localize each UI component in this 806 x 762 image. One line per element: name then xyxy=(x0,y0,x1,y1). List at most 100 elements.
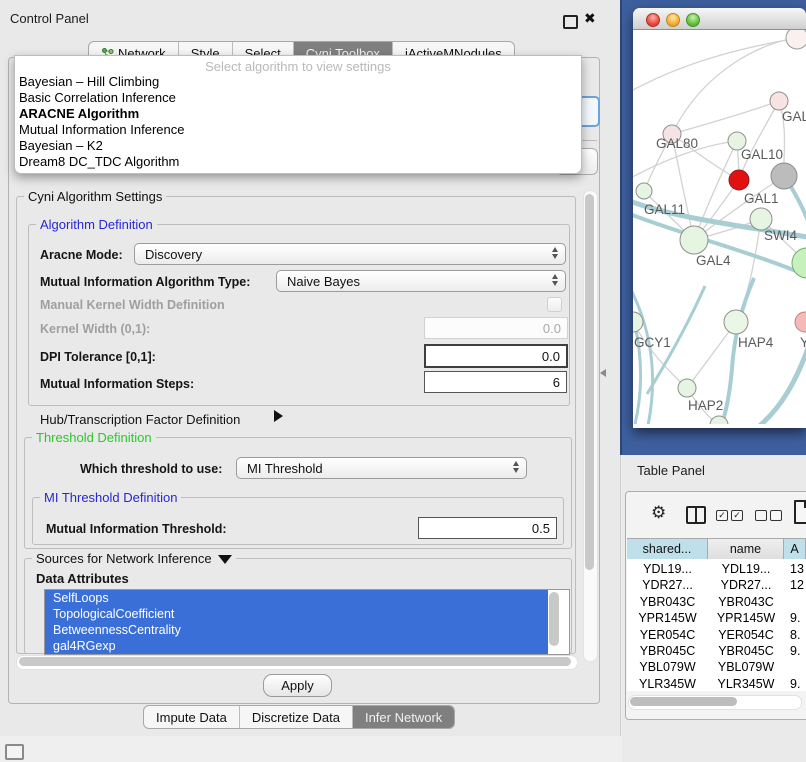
minimize-icon[interactable] xyxy=(666,13,680,27)
cyni-settings-title: Cyni Algorithm Settings xyxy=(24,189,166,204)
network-edge xyxy=(736,219,761,322)
sources-title: Sources for Network Inference xyxy=(32,551,236,566)
docked-panel-icon[interactable] xyxy=(5,744,24,760)
table-cell: YDR27... xyxy=(708,577,784,593)
split-pane-icon[interactable] xyxy=(686,506,706,524)
table-header-row: shared...nameA xyxy=(627,538,806,560)
settings-hscrollbar-thumb[interactable] xyxy=(19,657,571,666)
gal4-node[interactable] xyxy=(680,226,708,254)
apply-button[interactable]: Apply xyxy=(263,674,332,697)
swi4-node[interactable] xyxy=(792,248,806,278)
node-label-gcy1: GCY1 xyxy=(634,335,671,350)
algorithm-option-bayesian-hill-climbing[interactable]: Bayesian – Hill Climbing xyxy=(19,74,559,90)
gear-icon[interactable]: ⚙ xyxy=(651,503,666,523)
algorithm-option-mutual-information-inference[interactable]: Mutual Information Inference xyxy=(19,122,559,138)
gray-node[interactable] xyxy=(771,163,797,189)
close-icon[interactable] xyxy=(646,13,660,27)
tab-infer-network[interactable]: Infer Network xyxy=(352,706,454,728)
stepper-icon xyxy=(552,247,558,259)
mi-threshold-field[interactable]: 0.5 xyxy=(418,517,557,539)
mi-steps-field[interactable]: 6 xyxy=(424,371,567,393)
top-right-node[interactable] xyxy=(786,30,806,49)
threshold-definition-title: Threshold Definition xyxy=(32,430,156,445)
data-attributes-list[interactable]: SelfLoopsTopologicalCoefficientBetweenne… xyxy=(44,589,570,655)
attribute-item-topologicalcoefficient[interactable]: TopologicalCoefficient xyxy=(45,606,548,622)
which-threshold-select[interactable]: MI Threshold xyxy=(236,457,527,479)
table-cell: 12 xyxy=(790,577,806,593)
tab-discretize-data[interactable]: Discretize Data xyxy=(239,706,352,728)
aracne-mode-select[interactable]: Discovery xyxy=(134,243,566,265)
table-cell: YBR043C xyxy=(708,594,784,610)
network-window[interactable]: GALGAL80GAL10GAL1GAL11SWI4GAL4GCY1HAP4YH… xyxy=(633,8,806,428)
table-cell: YPR145W xyxy=(627,610,708,626)
settings-vscrollbar-thumb[interactable] xyxy=(585,194,594,570)
collapse-arrow-icon[interactable] xyxy=(218,555,232,564)
unchecked-columns-icon[interactable] xyxy=(755,510,782,521)
column-header-a[interactable]: A xyxy=(784,539,806,559)
algorithm-option-basic-correlation-inference[interactable]: Basic Correlation Inference xyxy=(19,90,559,106)
node-label-hap2: HAP2 xyxy=(688,398,723,413)
zoom-icon[interactable] xyxy=(686,13,700,27)
node-label-gal1: GAL1 xyxy=(744,191,779,206)
table-row[interactable]: YPR145WYPR145W9. xyxy=(627,610,806,626)
table-cell: 9. xyxy=(790,610,806,626)
hap4-node[interactable] xyxy=(724,310,748,334)
mi-threshold-group-title: MI Threshold Definition xyxy=(40,490,181,505)
red-node[interactable] xyxy=(729,170,749,190)
list-scrollbar-thumb[interactable] xyxy=(549,592,559,646)
table-cell: YBR045C xyxy=(627,643,708,659)
network-view[interactable]: GALGAL80GAL10GAL1GAL11SWI4GAL4GCY1HAP4YH… xyxy=(633,30,806,424)
tab-label: Impute Data xyxy=(156,710,227,725)
gal-pink-node[interactable] xyxy=(770,92,788,110)
dpi-tolerance-field[interactable]: 0.0 xyxy=(424,344,568,368)
table-cell: YDL19... xyxy=(708,561,784,577)
tab-impute-data[interactable]: Impute Data xyxy=(144,706,239,728)
table-cell: YER054C xyxy=(627,627,708,643)
table-row[interactable]: YER054CYER054C8. xyxy=(627,627,806,643)
unchecked-box-icon xyxy=(770,510,782,521)
attribute-item-selfloops[interactable]: SelfLoops xyxy=(45,590,548,606)
expand-arrow-icon[interactable] xyxy=(274,410,283,422)
table-row[interactable]: YDR27...YDR27...12 xyxy=(627,577,806,593)
table-hscrollbar-thumb[interactable] xyxy=(630,697,737,706)
algorithm-hint: Select algorithm to view settings xyxy=(15,59,581,74)
gal11-node[interactable] xyxy=(636,183,652,199)
algorithm-option-aracne-algorithm[interactable]: ARACNE Algorithm xyxy=(19,106,559,122)
splitter-handle[interactable] xyxy=(600,369,606,377)
table-cell: 13 xyxy=(790,561,806,577)
manual-kernel-label: Manual Kernel Width Definition xyxy=(40,298,225,312)
network-window-titlebar[interactable] xyxy=(633,8,806,30)
table-row[interactable]: YBR045CYBR045C9. xyxy=(627,643,806,659)
gal1-node[interactable] xyxy=(750,208,772,230)
manual-kernel-checkbox[interactable] xyxy=(547,297,562,312)
algorithm-option-bayesian-k2[interactable]: Bayesian – K2 xyxy=(19,138,559,154)
algorithm-option-dream8-dc-tdc-algorithm[interactable]: Dream8 DC_TDC Algorithm xyxy=(19,154,559,170)
node-label-gal: GAL xyxy=(782,109,806,124)
table-cell: YER054C xyxy=(708,627,784,643)
pink-right-node[interactable] xyxy=(795,312,806,332)
network-edge-highlighted xyxy=(633,282,653,424)
table-cell: YLR345W xyxy=(708,676,784,691)
mi-threshold-label: Mutual Information Threshold: xyxy=(46,522,227,536)
hub-definition-label[interactable]: Hub/Transcription Factor Definition xyxy=(40,412,240,427)
kernel-width-field[interactable]: 0.0 xyxy=(424,317,568,339)
close-icon[interactable]: ✖ xyxy=(584,10,596,27)
table-row[interactable]: YBR043CYBR043C xyxy=(627,594,806,610)
float-icon[interactable] xyxy=(563,15,578,29)
mi-steps-label: Mutual Information Steps: xyxy=(40,377,194,391)
table-row[interactable]: YLR345WYLR345W9. xyxy=(627,676,806,691)
table-panel-title: Table Panel xyxy=(637,463,705,478)
column-header-shared[interactable]: shared... xyxy=(627,539,708,559)
attribute-item-betweennesscentrality[interactable]: BetweennessCentrality xyxy=(45,622,548,638)
attribute-item-gal4rgexp[interactable]: gal4RGexp xyxy=(45,638,548,654)
table-body[interactable]: YDL19...YDL19...13YDR27...YDR27...12YBR0… xyxy=(627,559,806,691)
data-attributes-label: Data Attributes xyxy=(36,571,129,586)
hap2-node[interactable] xyxy=(678,379,696,397)
table-row[interactable]: YDL19...YDL19...13 xyxy=(627,561,806,577)
checked-columns-icon[interactable]: ✓ ✓ xyxy=(716,510,743,521)
table-row[interactable]: YBL079WYBL079W xyxy=(627,659,806,675)
column-header-name[interactable]: name xyxy=(708,539,784,559)
node-label-hap4: HAP4 xyxy=(738,335,774,350)
document-icon[interactable] xyxy=(794,500,806,524)
mi-type-select[interactable]: Naive Bayes xyxy=(276,270,566,292)
